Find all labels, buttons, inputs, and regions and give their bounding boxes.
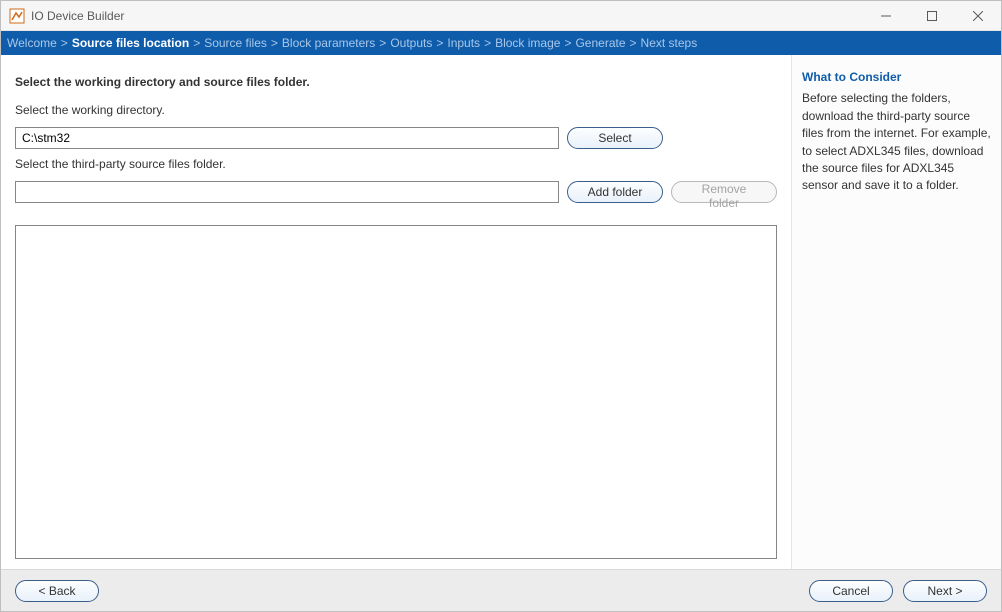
footer: < Back Cancel Next > (1, 569, 1001, 611)
maximize-icon (927, 11, 937, 21)
remove-folder-button[interactable]: Remove folder (671, 181, 777, 203)
breadcrumb-item[interactable]: Block image (495, 36, 560, 50)
srcfolder-label: Select the third-party source files fold… (15, 157, 777, 171)
breadcrumb-item[interactable]: Source files (204, 36, 267, 50)
next-button[interactable]: Next > (903, 580, 987, 602)
workdir-input[interactable] (15, 127, 559, 149)
close-icon (973, 11, 983, 21)
chevron-right-icon: > (564, 36, 571, 50)
minimize-button[interactable] (863, 1, 909, 31)
chevron-right-icon: > (61, 36, 68, 50)
chevron-right-icon: > (271, 36, 278, 50)
chevron-right-icon: > (379, 36, 386, 50)
page-heading: Select the working directory and source … (15, 75, 777, 89)
add-folder-button[interactable]: Add folder (567, 181, 663, 203)
chevron-right-icon: > (484, 36, 491, 50)
chevron-right-icon: > (193, 36, 200, 50)
chevron-right-icon: > (436, 36, 443, 50)
cancel-button[interactable]: Cancel (809, 580, 893, 602)
minimize-icon (881, 11, 891, 21)
back-button[interactable]: < Back (15, 580, 99, 602)
main-panel: Select the working directory and source … (1, 55, 791, 569)
side-panel: What to Consider Before selecting the fo… (791, 55, 1001, 569)
window-title: IO Device Builder (31, 9, 124, 23)
breadcrumb: Welcome > Source files location > Source fil… (1, 31, 1001, 55)
app-window: IO Device Builder Welcome > Source files l… (0, 0, 1002, 612)
content-body: Select the working directory and source … (1, 55, 1001, 569)
breadcrumb-item[interactable]: Outputs (390, 36, 432, 50)
workdir-label: Select the working directory. (15, 103, 777, 117)
maximize-button[interactable] (909, 1, 955, 31)
srcfolder-row: Add folder Remove folder (15, 181, 777, 203)
srcfolder-input[interactable] (15, 181, 559, 203)
breadcrumb-item[interactable]: Inputs (447, 36, 480, 50)
breadcrumb-item[interactable]: Generate (575, 36, 625, 50)
breadcrumb-item[interactable]: Source files location (72, 36, 189, 50)
close-button[interactable] (955, 1, 1001, 31)
breadcrumb-item[interactable]: Next steps (641, 36, 698, 50)
workdir-row: Select (15, 127, 777, 149)
breadcrumb-item[interactable]: Block parameters (282, 36, 375, 50)
folders-listbox[interactable] (15, 225, 777, 559)
chevron-right-icon: > (630, 36, 637, 50)
app-icon (9, 8, 25, 24)
side-body: Before selecting the folders, download t… (802, 90, 991, 194)
breadcrumb-item[interactable]: Welcome (7, 36, 57, 50)
side-title: What to Consider (802, 69, 991, 86)
title-bar: IO Device Builder (1, 1, 1001, 31)
select-button[interactable]: Select (567, 127, 663, 149)
